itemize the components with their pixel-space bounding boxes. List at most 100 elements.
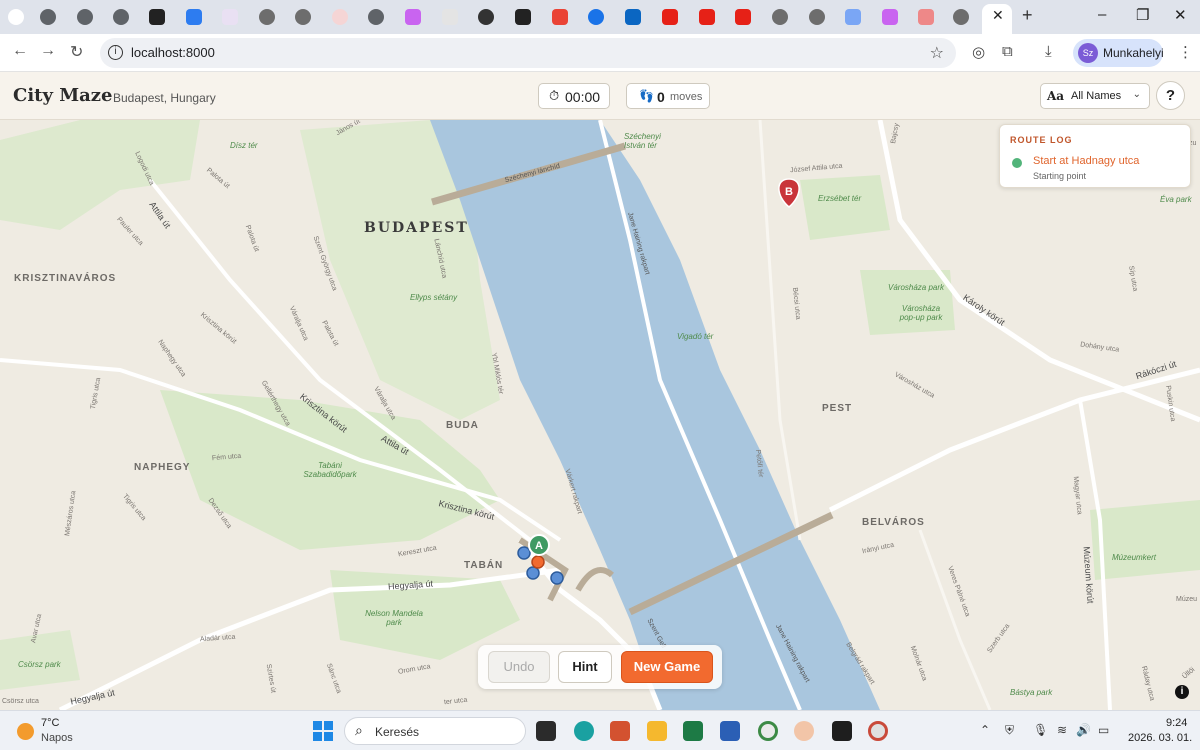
weather-temperature[interactable]: 7°C <box>41 717 59 729</box>
tab-favicon-openai-icon[interactable] <box>953 9 969 25</box>
route-node[interactable] <box>517 546 531 560</box>
excel-icon[interactable] <box>683 721 703 741</box>
edge-icon[interactable] <box>574 721 594 741</box>
restore-icon[interactable]: ❐ <box>1136 6 1149 24</box>
app-header: City Maze Budapest, Hungary ⏱ 00:00 👣 0 … <box>0 72 1200 120</box>
profile-name: Munkahelyi <box>1103 46 1164 60</box>
battery-icon[interactable]: ▭ <box>1098 723 1109 737</box>
tab-favicon-openai-icon[interactable] <box>295 9 311 25</box>
tab-favicon-app-icon[interactable] <box>149 9 165 25</box>
tab-favicon-youtube-icon[interactable] <box>699 9 715 25</box>
extensions-icon[interactable]: ⧉ <box>1002 43 1013 60</box>
label-mode-select[interactable]: Aa All Names ⌄ <box>1040 83 1150 109</box>
tab-favicon-gmail-icon[interactable] <box>552 9 568 25</box>
map-label-nelson: Nelson Mandela park <box>365 609 423 627</box>
tab-favicon-openai-icon[interactable] <box>259 9 275 25</box>
minimize-icon[interactable]: – <box>1098 6 1106 23</box>
close-window-icon[interactable]: ✕ <box>1174 6 1187 24</box>
download-icon[interactable]: ⤓ <box>1045 43 1052 60</box>
bookmark-star-icon[interactable]: ☆ <box>930 43 944 63</box>
tab-favicon-globe-icon[interactable] <box>113 9 129 25</box>
map-label-krisztinavaros: KRISZTINAVÁROS <box>14 273 117 284</box>
info-icon[interactable]: i <box>1175 685 1189 699</box>
park-varoshaza <box>860 270 955 335</box>
tab-favicon-gradient-icon[interactable] <box>405 9 421 25</box>
windows-start-icon[interactable] <box>313 721 333 741</box>
browser-tab-strip: ✕ + – ❐ ✕ <box>0 0 1200 34</box>
site-info-icon[interactable]: i <box>108 45 123 60</box>
chrome-icon[interactable] <box>758 721 778 741</box>
route-log-step: Start at Hadnagy utca <box>1033 155 1140 167</box>
tab-favicon-chart-icon[interactable] <box>222 9 238 25</box>
reload-icon[interactable]: ↻ <box>70 42 83 62</box>
tab-favicon-youtube-icon[interactable] <box>735 9 751 25</box>
start-marker-label: A <box>535 540 543 552</box>
microphone-icon[interactable]: 🎙 <box>1033 723 1048 737</box>
file-explorer-icon[interactable] <box>647 721 667 741</box>
map-label-vigado: Vigadó tér <box>677 332 714 341</box>
address-bar[interactable]: i localhost:8000 ☆ <box>100 38 956 68</box>
taskbar-time[interactable]: 9:24 <box>1166 717 1187 729</box>
tab-favicon-moon-icon[interactable] <box>478 9 494 25</box>
map-label-buda: BUDA <box>446 420 479 431</box>
back-icon[interactable]: ← <box>12 42 28 60</box>
tab-favicon-gemini-icon[interactable] <box>845 9 861 25</box>
close-tab-icon[interactable]: ✕ <box>992 7 1004 24</box>
map-label-belvaros: BELVÁROS <box>862 517 925 528</box>
tab-favicon-youtube-icon[interactable] <box>662 9 678 25</box>
tab-favicon-linkedin-icon[interactable] <box>625 9 641 25</box>
page-title: City Maze <box>13 85 113 106</box>
park-muzeumkert <box>1090 500 1200 580</box>
avatar: Sz <box>1078 43 1098 63</box>
sun-icon[interactable] <box>17 723 34 740</box>
taskbar-date[interactable]: 2026. 03. 01. <box>1128 732 1192 744</box>
url-text[interactable]: localhost:8000 <box>131 45 215 60</box>
chrome-alt-icon[interactable] <box>868 721 888 741</box>
tab-favicon-globe-icon[interactable] <box>40 9 56 25</box>
tab-favicon-chart-icon[interactable] <box>515 9 531 25</box>
help-button[interactable]: ? <box>1156 81 1185 110</box>
tab-favicon-openai-icon[interactable] <box>772 9 788 25</box>
tab-favicon-play-icon[interactable] <box>186 9 202 25</box>
taskbar-search[interactable]: ⌕ Keresés <box>344 717 526 745</box>
word-icon[interactable] <box>720 721 740 741</box>
map-label-disz-ter: Dísz tér <box>230 141 258 150</box>
font-size-icon: Aa <box>1047 89 1065 103</box>
map-canvas: A B <box>0 120 1200 710</box>
tab-favicon-grammarly-icon[interactable] <box>588 9 604 25</box>
powerpoint-icon[interactable] <box>610 721 630 741</box>
map-label-pest: PEST <box>822 403 853 414</box>
terminal-icon[interactable] <box>832 721 852 741</box>
tab-favicon-flag-icon[interactable] <box>918 9 934 25</box>
map-label-ellyps: Ellyps sétány <box>410 293 458 302</box>
map-label-tabani: Tabáni Szabadidőpark <box>303 461 357 479</box>
kebab-menu-icon[interactable]: ⋮ <box>1178 43 1193 61</box>
task-view-icon[interactable] <box>536 721 556 741</box>
claude-icon[interactable] <box>794 721 814 741</box>
tab-favicon-close-red-icon[interactable] <box>332 9 348 25</box>
wifi-icon[interactable]: ≋ <box>1057 723 1067 737</box>
browser-toolbar: ← → ↻ i localhost:8000 ☆ ◎ ⧉ ⤓ Sz Munkah… <box>0 34 1200 72</box>
road-veres-palne <box>918 529 992 710</box>
tab-search-icon[interactable] <box>8 9 24 25</box>
new-game-button[interactable]: New Game <box>621 651 713 683</box>
profile-button[interactable]: Sz Munkahelyi <box>1073 39 1164 67</box>
tab-favicon-globe-icon[interactable] <box>77 9 93 25</box>
forward-icon[interactable]: → <box>40 42 56 60</box>
volume-icon[interactable]: 🔊 <box>1076 723 1091 737</box>
tab-favicon-glasses-icon[interactable] <box>442 9 458 25</box>
weather-description[interactable]: Napos <box>41 732 73 744</box>
city-map[interactable]: A B BUDAPEST BUDA PEST KRISZTINAVÁROS NA… <box>0 120 1200 710</box>
tray-security-icon[interactable]: ⛨ <box>1005 723 1014 738</box>
lens-icon[interactable]: ◎ <box>972 43 985 61</box>
timer-value: 00:00 <box>565 89 601 105</box>
tab-favicon-gradient-icon[interactable] <box>882 9 898 25</box>
undo-button[interactable]: Undo <box>488 651 550 683</box>
route-node[interactable] <box>550 571 564 585</box>
hint-button[interactable]: Hint <box>558 651 612 683</box>
route-node[interactable] <box>526 566 540 580</box>
tray-chevron-up-icon[interactable]: ⌃ <box>980 723 990 737</box>
tab-favicon-globe-icon[interactable] <box>368 9 384 25</box>
tab-favicon-openai-icon[interactable] <box>809 9 825 25</box>
new-tab-button[interactable]: + <box>1022 5 1033 26</box>
